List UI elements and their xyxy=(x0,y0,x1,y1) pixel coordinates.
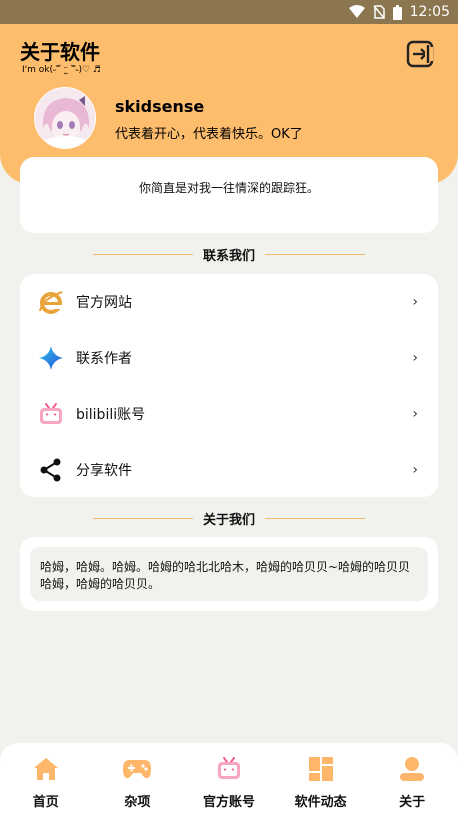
menu-item-label: bilibili账号 xyxy=(76,407,146,423)
divider-line xyxy=(265,253,365,255)
share-icon xyxy=(38,457,64,483)
menu-item-label: 联系作者 xyxy=(76,351,132,367)
bilibili-tv-icon xyxy=(214,755,244,783)
home-icon xyxy=(31,755,61,783)
nav-software-updates[interactable]: 软件动态 xyxy=(275,743,367,814)
bilibili-tv-icon xyxy=(38,401,64,427)
about-section-divider: 关于我们 xyxy=(0,506,458,530)
quote-card: 你简直是对我一往情深的跟踪狂。 xyxy=(20,157,438,233)
quote-text: 你简直是对我一往情深的跟踪狂。 xyxy=(138,181,319,195)
menu-item-label: 分享软件 xyxy=(76,463,132,479)
status-time: 12:05 xyxy=(409,4,450,20)
nav-misc[interactable]: 杂项 xyxy=(92,743,184,814)
no-sim-icon xyxy=(373,5,385,19)
wifi-icon xyxy=(348,5,365,19)
chevron-right-icon: › xyxy=(412,350,418,366)
divider-line xyxy=(265,517,365,519)
divider-line xyxy=(92,517,193,519)
username: skidsense xyxy=(115,97,205,116)
contact-section-divider: 联系我们 xyxy=(0,242,458,266)
user-motto: 代表着开心，代表着快乐。OK了 xyxy=(115,127,303,142)
menu-item-official-website[interactable]: 官方网站 › xyxy=(20,274,438,330)
nav-label: 杂项 xyxy=(124,795,151,810)
about-card: 哈姆，哈姆。哈姆。哈姆的哈北北哈木，哈姆的哈贝贝~哈姆的哈贝贝哈姆，哈姆的哈贝贝… xyxy=(20,537,438,611)
chevron-right-icon: › xyxy=(412,294,418,310)
contact-menu: 官方网站 › 联系作者 › bilibili账号 › 分享软件 › xyxy=(20,274,438,497)
user-icon xyxy=(397,755,427,783)
nav-label: 关于 xyxy=(399,795,426,810)
bottom-nav: 首页 杂项 官方账号 软件动态 关于 xyxy=(0,743,458,814)
menu-item-contact-author[interactable]: 联系作者 › xyxy=(20,330,438,386)
battery-icon xyxy=(392,4,402,20)
nav-label: 官方账号 xyxy=(202,795,255,810)
avatar[interactable] xyxy=(34,87,96,149)
chevron-right-icon: › xyxy=(412,406,418,422)
contact-section-title: 联系我们 xyxy=(202,248,255,264)
nav-label: 软件动态 xyxy=(294,795,347,810)
nav-home[interactable]: 首页 xyxy=(0,743,92,814)
gamepad-icon xyxy=(122,755,152,783)
exit-icon xyxy=(405,39,435,73)
status-bar: 12:05 xyxy=(0,0,458,24)
dashboard-icon xyxy=(306,755,336,783)
page-title: 关于软件 xyxy=(20,40,100,64)
about-section-title: 关于我们 xyxy=(202,512,255,528)
about-text: 哈姆，哈姆。哈姆。哈姆的哈北北哈木，哈姆的哈贝贝~哈姆的哈贝贝哈姆，哈姆的哈贝贝… xyxy=(30,547,428,601)
exit-button[interactable] xyxy=(404,40,436,72)
menu-item-label: 官方网站 xyxy=(76,295,132,311)
menu-item-share-app[interactable]: 分享软件 › xyxy=(20,442,438,498)
chevron-right-icon: › xyxy=(412,462,418,478)
sparkle-star-icon xyxy=(38,345,64,371)
menu-item-bilibili-account[interactable]: bilibili账号 › xyxy=(20,386,438,442)
nav-official-account[interactable]: 官方账号 xyxy=(183,743,275,814)
nav-label: 首页 xyxy=(32,795,59,810)
ie-browser-icon xyxy=(38,289,64,315)
page-subtitle: I'm ok(˶‾᷄ ⁻̫ ‾᷅˵)♡ ♬ xyxy=(22,65,101,75)
divider-line xyxy=(92,253,193,255)
nav-about[interactable]: 关于 xyxy=(366,743,458,814)
